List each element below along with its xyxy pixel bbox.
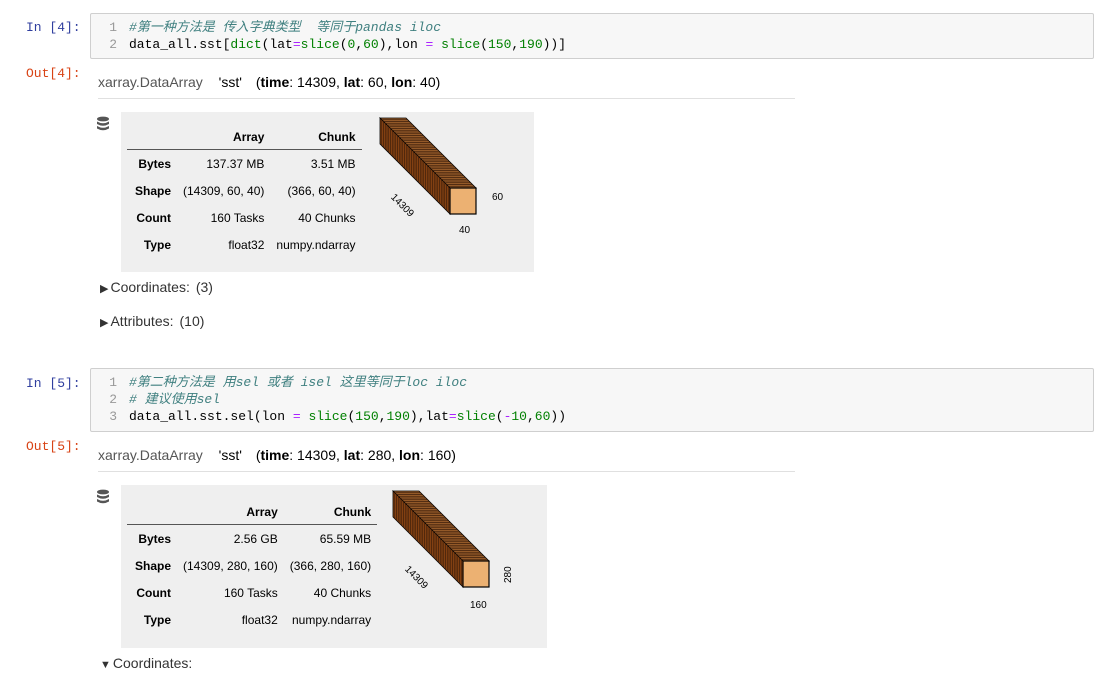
line-number: 1	[109, 20, 117, 35]
cube-label-bottom: 40	[459, 225, 471, 236]
expand-arrow-icon: ▶	[100, 283, 109, 295]
table-row: Count 160 Tasks 40 Chunks	[136, 210, 356, 225]
dask-array-table-5: Array Chunk Bytes 2.56 GB 65.59 MB Shape (1…	[127, 500, 378, 633]
cube-label-right: 60	[492, 192, 504, 203]
table-row: Count 160 Tasks 40 Chunks	[136, 585, 372, 600]
line-number: 1	[109, 375, 117, 390]
database-icon[interactable]	[96, 116, 110, 137]
table-row: Bytes 2.56 GB 65.59 MB	[138, 531, 372, 546]
line-number: 2	[109, 392, 117, 407]
dataarray-header-4: xarray.DataArray 'sst' (time: 14309, lat…	[98, 72, 795, 99]
in-prompt-4: In [4]:	[26, 20, 81, 35]
line-number: 2	[109, 37, 117, 52]
table-header	[127, 500, 177, 525]
table-header: Array	[177, 125, 271, 150]
dims-summary: (time: 14309, lat: 280, lon: 160)	[255, 447, 456, 463]
type-label: xarray.DataArray	[98, 74, 203, 90]
attributes-toggle-4[interactable]: ▶ Attributes: (10)	[100, 313, 204, 329]
cube-label-bottom: 160	[470, 600, 487, 611]
code-line: 3 data_all.sst.sel(lon = slice(150,190),l…	[91, 408, 566, 425]
in-prompt-5: In [5]:	[26, 376, 81, 391]
table-header: Array	[177, 500, 284, 525]
cube-label-right: 280	[503, 566, 514, 583]
table-row: Bytes 137.37 MB 3.51 MB	[138, 156, 356, 171]
var-name: 'sst'	[218, 447, 242, 463]
out-prompt-5: Out[5]:	[26, 439, 81, 454]
dataarray-header-5: xarray.DataArray 'sst' (time: 14309, lat…	[98, 445, 795, 472]
table-row: Shape (14309, 280, 160) (366, 280, 160)	[134, 558, 372, 573]
chunk-cube-diagram-5	[392, 490, 490, 588]
coordinates-toggle-4[interactable]: ▶ Coordinates: (3)	[100, 279, 213, 295]
table-row: Type float32 numpy.ndarray	[143, 237, 356, 252]
table-row: Type float32 numpy.ndarray	[143, 612, 372, 627]
coordinates-toggle-5[interactable]: ▼ Coordinates:	[100, 655, 198, 671]
var-name: 'sst'	[218, 74, 242, 90]
code-line: 1 #第一种方法是 传入字典类型 等同于pandas iloc	[91, 19, 441, 36]
code-line: 1 #第二种方法是 用sel 或者 isel 这里等同于loc iloc	[91, 374, 467, 391]
dask-array-table-4: Array Chunk Bytes 137.37 MB 3.51 MB Shape(…	[127, 125, 362, 258]
out-prompt-4: Out[4]:	[26, 66, 81, 81]
line-number: 3	[109, 409, 117, 424]
table-header: Chunk	[283, 500, 378, 525]
table-header: Chunk	[270, 125, 362, 150]
code-line: 2 data_all.sst[dict(lat=slice(0,60),lon =…	[91, 36, 566, 53]
code-cell-5[interactable]: 1 #第二种方法是 用sel 或者 isel 这里等同于loc iloc 2 # 建…	[90, 368, 1094, 432]
type-label: xarray.DataArray	[98, 447, 203, 463]
collapse-arrow-icon: ▼	[100, 659, 111, 671]
expand-arrow-icon: ▶	[100, 317, 109, 329]
table-header	[127, 125, 177, 150]
dims-summary: (time: 14309, lat: 60, lon: 40)	[255, 74, 441, 90]
table-row: Shape (14309, 60, 40) (366, 60, 40)	[134, 183, 356, 198]
code-line: 2 # 建议使用sel	[91, 391, 220, 408]
code-cell-4[interactable]: 1 #第一种方法是 传入字典类型 等同于pandas iloc 2 data_all…	[90, 13, 1094, 59]
database-icon[interactable]	[96, 489, 110, 510]
